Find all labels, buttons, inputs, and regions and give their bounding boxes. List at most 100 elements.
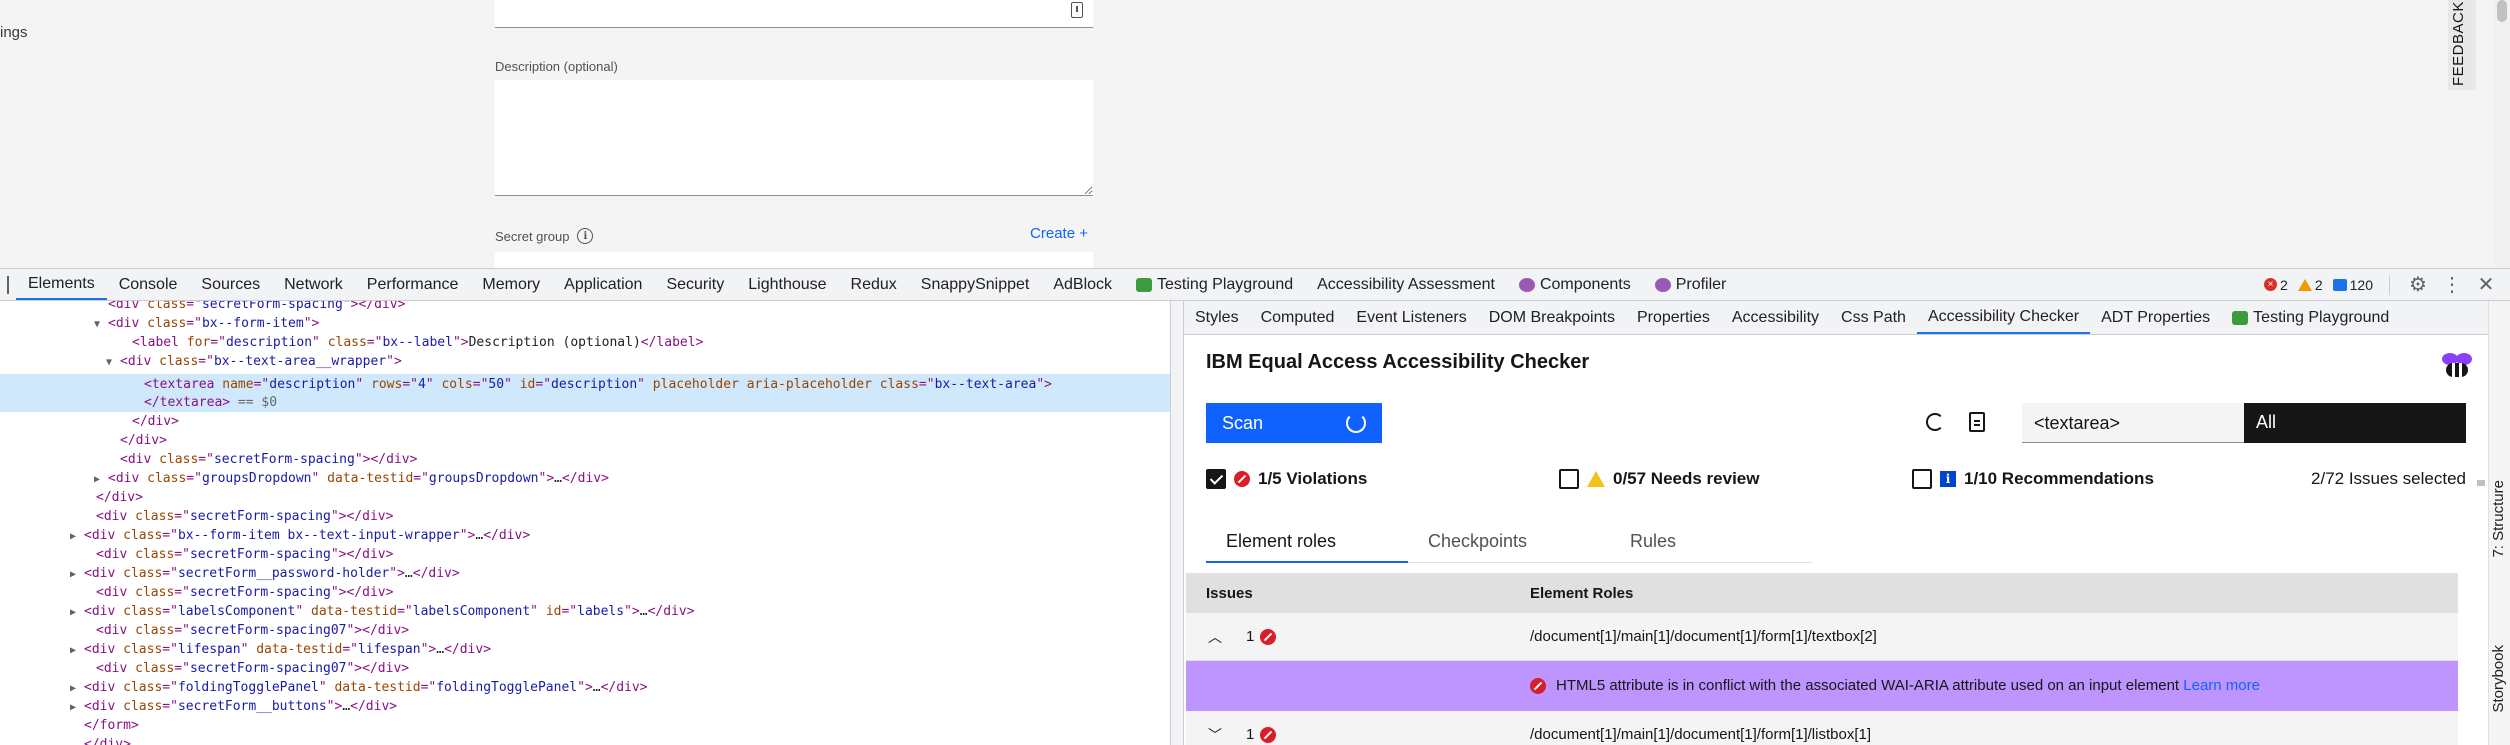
page-scrollbar[interactable] [2494, 0, 2510, 268]
tab-redux[interactable]: Redux [839, 269, 909, 300]
expanded-arrow-icon[interactable]: ▼ [106, 353, 120, 372]
dom-node-line[interactable]: ▶ <div class="bx--form-item bx--text-inpu… [70, 526, 530, 545]
tab-sources[interactable]: Sources [189, 269, 272, 300]
collapsed-arrow-icon[interactable]: ▶ [70, 679, 84, 698]
dom-node-line[interactable]: ▶ <div class="labelsComponent" data-testi… [70, 602, 695, 621]
sidebar-tab-styles[interactable]: Styles [1184, 301, 1250, 334]
dom-node-line[interactable]: ▼ <div class="bx--form-item"> [94, 314, 319, 333]
description-textarea[interactable] [495, 80, 1093, 196]
recommendations-checkbox[interactable] [1912, 469, 1932, 489]
table-row[interactable]: ﹀ 1 /document[1]/main[1]/document[1]/for… [1186, 711, 2458, 745]
page-scrollbar-thumb[interactable] [2497, 0, 2507, 22]
tab-accessibility-assessment[interactable]: Accessibility Assessment [1305, 269, 1507, 300]
message-counter[interactable]: 120 [2332, 277, 2373, 293]
collapsed-arrow-icon[interactable]: ▶ [70, 698, 84, 717]
dom-node-line[interactable]: </textarea> == $0 [130, 393, 277, 412]
tab-console[interactable]: Console [107, 269, 190, 300]
dom-node-line[interactable]: ▶ <div class="groupsDropdown" data-testid… [94, 469, 609, 488]
collapsed-arrow-icon[interactable]: ▶ [70, 641, 84, 660]
sidebar-tab-computed[interactable]: Computed [1250, 301, 1346, 334]
tab-elements[interactable]: Elements [16, 269, 107, 300]
sidebar-tab-event-listeners[interactable]: Event Listeners [1345, 301, 1477, 334]
learn-more-link[interactable]: Learn more [2183, 677, 2260, 694]
chevron-down-icon[interactable]: ﹀ [1208, 725, 1222, 745]
device-toggle-icon[interactable] [0, 269, 16, 300]
violations-filter[interactable]: 1/5 Violations [1206, 469, 1367, 489]
recommendations-filter[interactable]: i 1/10 Recommendations [1912, 469, 2154, 489]
warning-counter[interactable]: 2 [2297, 277, 2323, 293]
sidebar-tab-accessibility-checker[interactable]: Accessibility Checker [1916, 301, 2091, 334]
tab-testing-playground[interactable]: Testing Playground [1124, 269, 1305, 300]
panel-splitter[interactable] [1170, 301, 1184, 745]
gear-icon[interactable]: ⚙ [2406, 272, 2430, 297]
dom-node-line[interactable]: </form> [70, 716, 139, 735]
dom-node-line[interactable]: ▶ <div class="lifespan" data-testid="life… [70, 640, 491, 659]
report-icon[interactable] [1969, 412, 1985, 432]
collapsed-arrow-icon[interactable]: ▶ [94, 470, 108, 489]
create-link[interactable]: Create + [1030, 225, 1088, 242]
tab-security[interactable]: Security [654, 269, 736, 300]
dom-node-line[interactable]: <div class="secretForm-spacing"></div> [82, 583, 393, 602]
dom-node-line[interactable]: ▼ <div class="bx--text-area__wrapper"> [106, 352, 402, 371]
dom-node-line[interactable]: ▶ <div class="foldingTogglePanel" data-te… [70, 678, 648, 697]
needs-review-checkbox[interactable] [1559, 469, 1579, 489]
dom-node-line[interactable]: <div class="secretForm-spacing"></div> [82, 507, 393, 526]
tab-network[interactable]: Network [272, 269, 355, 300]
dom-node-line[interactable]: <div class="secretForm-spacing"></div> [106, 450, 417, 469]
structure-tool-tab[interactable]: 7: Structure [2490, 480, 2507, 558]
storybook-tool-tab[interactable]: Storybook [2490, 645, 2507, 713]
dom-node-line[interactable]: </div> [106, 431, 167, 450]
reset-icon[interactable] [1926, 413, 1944, 431]
tab-profiler[interactable]: Profiler [1643, 269, 1739, 300]
sidebar-tab-accessibility[interactable]: Accessibility [1721, 301, 1830, 334]
dom-node-line[interactable]: ▶ <div class="secretForm__password-holder… [70, 564, 460, 583]
collapsed-arrow-icon[interactable]: ▶ [70, 603, 84, 622]
info-icon[interactable]: i [577, 228, 594, 244]
dom-node-line[interactable]: <label for="description" class="bx--labe… [118, 333, 703, 352]
sidebar-scrollbar-thumb[interactable] [2477, 480, 2485, 486]
dom-node-line[interactable]: <textarea name="description" rows="4" co… [130, 375, 1052, 394]
scan-button[interactable]: Scan [1206, 403, 1382, 443]
dom-node-line[interactable]: <div class="secretForm-spacing"></div> [94, 301, 405, 314]
selected-element-field[interactable]: <textarea> [2022, 403, 2244, 443]
tab-adblock[interactable]: AdBlock [1041, 269, 1124, 300]
tab-components[interactable]: Components [1507, 269, 1643, 300]
dom-token: rows [371, 377, 403, 392]
dom-node-line[interactable]: </div> [70, 735, 131, 745]
tab-performance[interactable]: Performance [355, 269, 471, 300]
table-row[interactable]: ︿ 1 /document[1]/main[1]/document[1]/for… [1186, 613, 2458, 661]
view-tab-checkpoints[interactable]: Checkpoints [1408, 519, 1610, 563]
dom-node-line[interactable]: ▶ <div class="secretForm__buttons">…</div… [70, 697, 397, 716]
dom-node-line[interactable]: <div class="secretForm-spacing"></div> [82, 545, 393, 564]
tab-snappysnippet[interactable]: SnappySnippet [909, 269, 1042, 300]
dom-node-line[interactable]: </div> [82, 488, 143, 507]
view-tab-element-roles[interactable]: Element roles [1206, 519, 1408, 563]
chevron-up-icon[interactable]: ︿ [1208, 627, 1222, 647]
tab-lighthouse[interactable]: Lighthouse [736, 269, 838, 300]
dom-node-line[interactable]: <div class="secretForm-spacing07"></div> [82, 621, 409, 640]
collapsed-arrow-icon[interactable]: ▶ [70, 565, 84, 584]
sidebar-scrollbar[interactable] [2474, 480, 2488, 745]
close-icon[interactable]: ✕ [2474, 272, 2498, 297]
scope-select[interactable]: All [2244, 403, 2466, 443]
more-options-icon[interactable]: ⋮ [2440, 272, 2464, 297]
violations-checkbox[interactable] [1206, 469, 1226, 489]
tab-memory[interactable]: Memory [470, 269, 552, 300]
sidebar-tab-properties[interactable]: Properties [1626, 301, 1721, 334]
error-counter[interactable]: × 2 [2264, 277, 2288, 293]
expanded-arrow-icon[interactable]: ▼ [94, 315, 108, 334]
sidebar-tab-dom-breakpoints[interactable]: DOM Breakpoints [1478, 301, 1626, 334]
collapsed-arrow-icon[interactable]: ▶ [70, 527, 84, 546]
side-nav-item[interactable]: ings [0, 24, 28, 41]
view-tab-rules[interactable]: Rules [1610, 519, 1812, 563]
issue-detail-row[interactable]: HTML5 attribute is in conflict with the … [1186, 661, 2458, 711]
sidebar-tab-adt-properties[interactable]: ADT Properties [2090, 301, 2221, 334]
dom-node-line[interactable]: </div> [118, 412, 179, 431]
dom-node-line[interactable]: <div class="secretForm-spacing07"></div> [82, 659, 409, 678]
text-field-top[interactable] [495, 0, 1093, 28]
sidebar-tab-css-path[interactable]: Css Path [1830, 301, 1917, 334]
tab-application[interactable]: Application [552, 269, 654, 300]
secret-group-dropdown[interactable] [495, 252, 1093, 268]
sidebar-tab-testing-playground[interactable]: Testing Playground [2221, 301, 2400, 334]
needs-review-filter[interactable]: 0/57 Needs review [1559, 469, 1759, 489]
